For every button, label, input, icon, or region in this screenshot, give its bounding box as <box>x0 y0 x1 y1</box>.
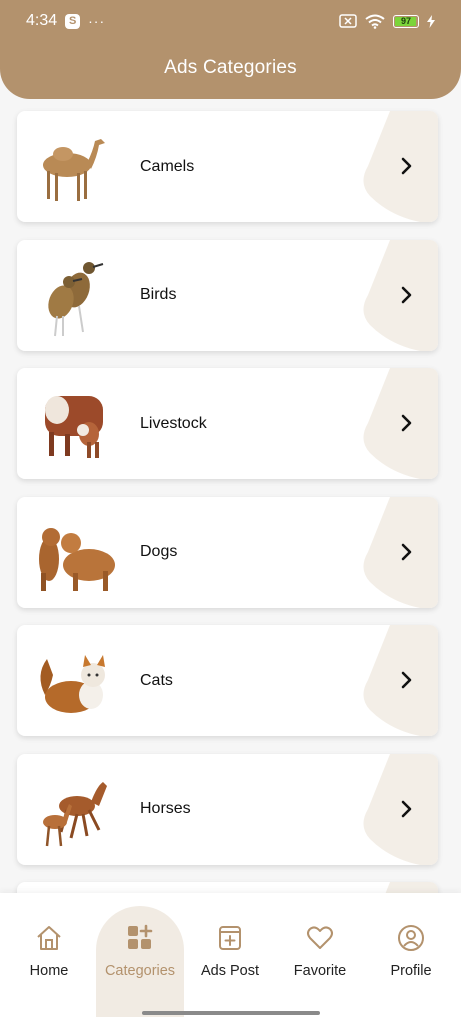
status-bar: 4:34 S ··· 97 <box>0 0 461 42</box>
nav-label: Ads Post <box>200 963 260 979</box>
chevron-right-icon <box>401 157 412 175</box>
category-label: Cats <box>140 671 173 689</box>
category-card-horses[interactable]: Horses <box>17 753 438 865</box>
ads-post-icon <box>219 926 241 950</box>
nav-favorite[interactable]: Favorite <box>275 893 365 1004</box>
category-list: Camels Birds Livestock Dogs Cats Horses <box>17 111 438 912</box>
nav-label: Favorite <box>293 963 347 979</box>
nav-label: Categories <box>104 963 176 979</box>
chevron-right-icon <box>401 671 412 689</box>
category-label: Camels <box>140 157 195 175</box>
nav-label: Home <box>29 963 69 979</box>
battery-percent: 97 <box>400 16 411 26</box>
category-label: Birds <box>140 286 177 303</box>
nav-home[interactable]: Home <box>4 893 94 1004</box>
home-indicator[interactable] <box>142 1011 320 1015</box>
camel-image <box>43 139 105 201</box>
status-time: 4:34 <box>26 12 58 29</box>
nav-ads-post[interactable]: Ads Post <box>185 893 275 1004</box>
category-label: Livestock <box>140 414 207 432</box>
battery-icon: 97 <box>393 14 419 28</box>
app-notification-icon: S <box>65 13 81 29</box>
app-header: 4:34 S ··· 97 Ads Categories <box>0 0 461 99</box>
page-title: Ads Categories <box>164 57 297 78</box>
home-icon <box>37 926 61 950</box>
heart-icon <box>307 926 333 949</box>
category-card-camels[interactable]: Camels <box>17 111 438 222</box>
chevron-right-icon <box>401 543 412 560</box>
no-sim-icon <box>339 14 357 28</box>
birds-image <box>48 261 104 336</box>
category-card-dogs[interactable]: Dogs <box>17 496 438 608</box>
chevron-right-icon <box>401 800 412 817</box>
categories-icon <box>128 924 153 949</box>
horses-image <box>43 781 107 846</box>
chevron-right-icon <box>401 286 412 303</box>
chevron-right-icon <box>401 414 412 432</box>
livestock-image <box>45 396 103 458</box>
nav-label: Profile <box>390 963 432 979</box>
category-card-livestock[interactable]: Livestock <box>17 368 438 479</box>
profile-icon <box>398 925 424 951</box>
category-card-cats[interactable]: Cats <box>17 625 438 736</box>
dogs-image <box>39 527 115 591</box>
category-label: Dogs <box>140 543 178 560</box>
charging-icon <box>427 14 435 28</box>
more-notifications-icon: ··· <box>88 13 106 29</box>
nav-categories[interactable]: Categories <box>96 906 184 1017</box>
cat-image <box>40 655 105 713</box>
category-card-birds[interactable]: Birds <box>17 239 438 351</box>
nav-profile[interactable]: Profile <box>366 893 456 1004</box>
wifi-icon <box>365 14 385 29</box>
bottom-navigation: Home Categories Ads Post Favorite Profil… <box>0 893 461 1024</box>
category-label: Horses <box>140 800 191 817</box>
